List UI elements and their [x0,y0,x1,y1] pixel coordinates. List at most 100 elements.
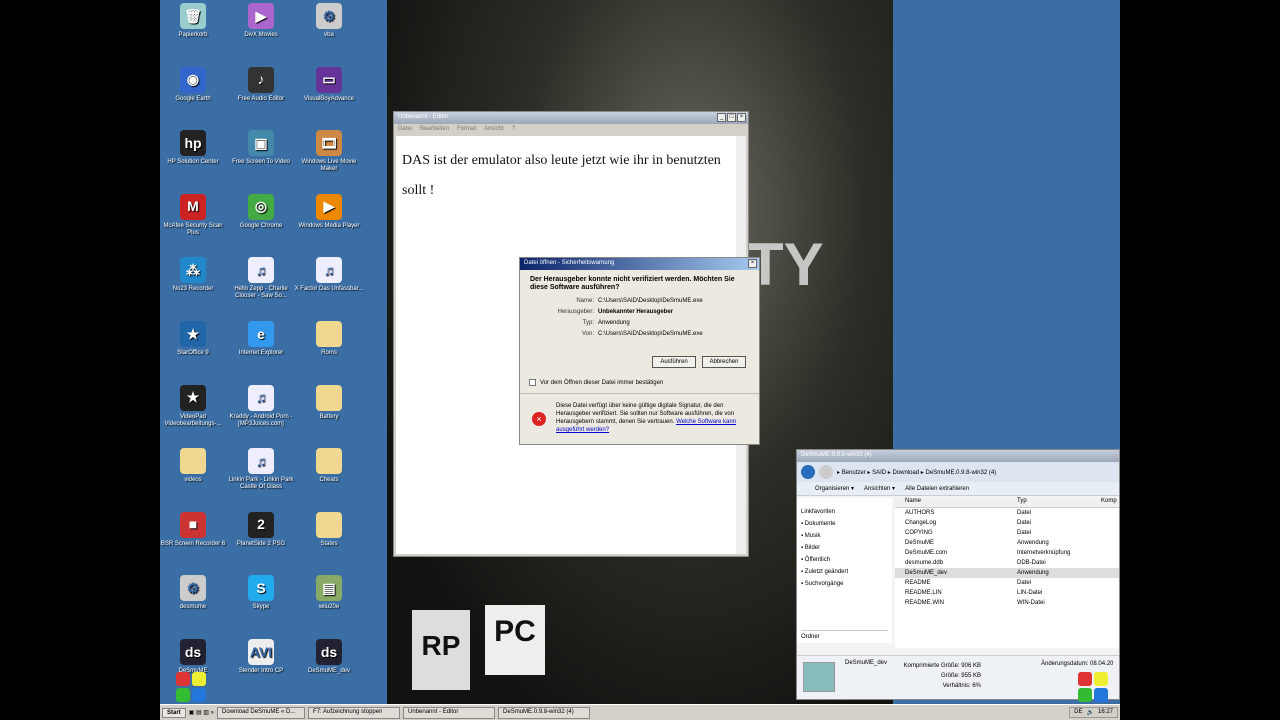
file-row[interactable]: ChangeLog Datei [895,518,1119,528]
start-button[interactable]: Start [162,707,186,718]
desktop-icon-label: StarOffice 9 [177,350,209,356]
folder-icon [180,448,206,475]
desktop-icon[interactable]: ♫ Hello Zepp - Charlie Clouser - Saw So..… [225,257,297,300]
breadcrumb-item[interactable]: DeSmuME.0.9.8-win32 (4) [925,470,996,476]
menu-item[interactable]: Datei [398,126,412,133]
menu-item[interactable]: Ansicht [484,126,504,133]
desktop-icon[interactable]: 2 PlanetSide 2 PSG [225,511,297,548]
desktop-icon[interactable]: ▶ Windows Media Player [293,193,365,230]
file-row[interactable]: desmume.ddb DDB-Datei [895,558,1119,568]
clock[interactable]: 16:27 [1098,709,1113,716]
file-row[interactable]: DeSmuME Anwendung [895,538,1119,548]
quick-launch-icon[interactable]: ▣ ▤ ▥ » [189,709,214,716]
file-row[interactable]: DeSmuME.com Internetverknüpfung [895,548,1119,558]
taskbar-item[interactable]: Unbenannt - Editor [403,706,496,719]
desktop-icon[interactable]: ▣ Free Screen To Video [225,130,297,166]
breadcrumb[interactable]: ▸ Benutzer ▸ SAID ▸ Download ▸ DeSmuME.0… [837,469,996,476]
desktop-icon[interactable]: ⚙ vba [293,3,365,39]
menu-item[interactable]: ? [512,126,515,133]
address-bar[interactable]: ▸ Benutzer ▸ SAID ▸ Download ▸ DeSmuME.0… [797,462,1119,482]
info-row: Von: C:\Users\SAID\Desktop\DeSmuME.exe [520,329,759,340]
desktop-icon[interactable]: ♫ Linkin Park - Linkin Park Castle Of Gla… [225,448,297,491]
detail-compressed-size: Komprimierte Größe: 906 KB [903,663,981,669]
mp3-file-icon: ♫ [248,448,274,475]
title-bar: Datei öffnen - Sicherheitswarnung × [520,258,759,270]
title-bar[interactable]: DeSmuME.0.9.8-win32 (4) [797,450,1119,462]
desktop-icon[interactable]: ◎ Google Chrome [225,193,297,230]
desktop-icon[interactable]: ⁂ No23 Recorder [160,257,229,293]
desktop-icon-label: vba [324,32,334,38]
bsr-recorder-icon [176,672,206,702]
desktop-icon[interactable]: States [293,511,365,548]
desktop-icon[interactable]: ▶ DivX Movies [225,3,297,39]
taskbar-item[interactable]: DeSmuME.0.9.8-win32 (4) [498,706,591,719]
minimize-button[interactable]: _ [717,113,726,122]
nav-item[interactable]: ▪ Dokumente [801,518,888,530]
taskbar-item[interactable]: F7: Aufzeichnung stoppen [308,706,401,719]
title-bar[interactable]: Unbenannt - Editor _ □ × [394,112,748,124]
toolbar-button[interactable]: Ansichten ▾ [864,485,895,492]
desktop-icon[interactable]: ds DeSmuME_dev [293,639,365,675]
maximize-button[interactable]: □ [727,113,736,122]
desktop-icon[interactable]: 🗑 Papierkorb [160,3,229,39]
forward-button[interactable] [819,465,833,479]
desktop-icon[interactable]: ■ BSR Screen Recorder 6 [160,511,229,548]
breadcrumb-item[interactable]: Download [892,470,919,476]
desktop-icon[interactable]: ds DeSmuME [160,639,229,675]
volume-icon[interactable]: 🔊 [1087,709,1094,716]
desktop-icon[interactable]: ⚙ desmume [160,575,229,611]
file-name: DeSmuME_dev [905,570,948,576]
info-value: C:\Users\SAID\Desktop\DeSmuME.exe [598,331,703,337]
desktop-icon[interactable]: ♫ X Factor Das Unfassbar... [293,257,365,293]
desktop-icon[interactable]: ▤ wiiu20e [293,575,365,611]
file-row[interactable]: AUTHORS Datei [895,508,1119,518]
menu-bar: Datei Bearbeiten Format Ansicht? [394,124,748,135]
column-name[interactable]: Name [895,498,1017,507]
close-button[interactable]: × [748,259,757,268]
desktop-icon[interactable]: ★ StarOffice 9 [160,321,229,357]
file-row[interactable]: COPYING Datei [895,528,1119,538]
desktop-icon[interactable]: e Internet Explorer [225,321,297,357]
desktop-icon[interactable]: S Skype [225,575,297,611]
desktop-icon[interactable]: ♪ Free Audio Editor [225,66,297,103]
menu-item[interactable]: Format [457,126,476,133]
toolbar-button[interactable]: Alle Dateien extrahieren [905,486,969,492]
desktop-icon[interactable]: Battery [293,384,365,421]
breadcrumb-item[interactable]: SAID [872,470,886,476]
run-button[interactable]: Ausführen [652,356,696,368]
menu-item[interactable]: Bearbeiten [420,126,449,133]
column-type[interactable]: Typ [1017,498,1101,507]
column-compressed[interactable]: Komp [1101,498,1117,507]
nav-item[interactable]: ▪ Suchvorgänge [801,578,888,590]
desktop-icon[interactable]: AVI Slender Intro CP [225,639,297,675]
toolbar-button[interactable]: Organisieren ▾ [815,485,854,492]
breadcrumb-item[interactable]: Benutzer [842,470,866,476]
desktop-icon[interactable]: ♫ Kraddy - Android Porn - [MP3Juices.com] [225,384,297,428]
file-row[interactable]: README.WIN WIN-Datei [895,598,1119,608]
bsr-recorder-icon[interactable] [1078,672,1108,702]
file-row[interactable]: DeSmuME_dev Anwendung [895,568,1119,578]
nav-item[interactable]: ▪ Musik [801,530,888,542]
desktop-icon[interactable]: M McAfee Security Scan Plus [160,193,229,237]
nav-item[interactable]: ▪ Zuletzt geändert [801,566,888,578]
nav-item[interactable]: ▪ Bilder [801,542,888,554]
back-button[interactable] [801,465,815,479]
desktop-icon[interactable]: ◉ Google Earth [160,66,229,103]
file-row[interactable]: README.LIN LIN-Datei [895,588,1119,598]
folders-toggle[interactable]: Ordner [801,630,888,643]
desktop-icon[interactable]: videos [160,448,229,484]
desktop-icon[interactable]: 🎞 Windows Live Movie Maker [293,130,365,173]
confirm-checkbox[interactable]: Vor dem Öffnen dieser Datei immer bestät… [529,379,663,386]
checkbox[interactable] [529,379,536,386]
cancel-button[interactable]: Abbrechen [702,356,746,368]
language-indicator[interactable]: DE [1074,709,1082,716]
desktop-icon[interactable]: ▭ VisualBoyAdvance [293,66,365,103]
close-button[interactable]: × [737,113,746,122]
nav-item[interactable]: ▪ Öffentlich [801,554,888,566]
desktop-icon[interactable]: ★ VideoPad Videobearbeitungs-... [160,384,229,428]
file-row[interactable]: README Datei [895,578,1119,588]
desktop-icon[interactable]: Roms [293,321,365,357]
desktop-icon[interactable]: hp HP Solution Center [160,130,229,166]
desktop-icon[interactable]: Cheats [293,448,365,484]
taskbar-item[interactable]: Download DeSmuME « D... [217,706,306,719]
